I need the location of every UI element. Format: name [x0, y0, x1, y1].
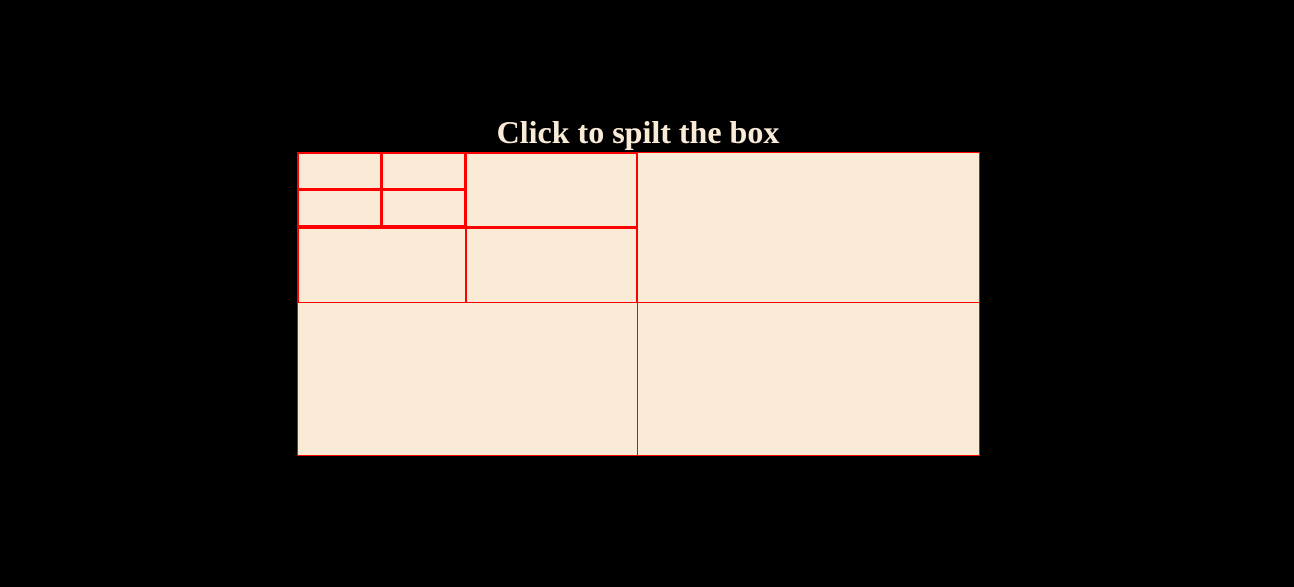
split-cell[interactable]: [297, 189, 382, 227]
split-cell[interactable]: [465, 152, 638, 228]
split-cell[interactable]: [297, 227, 467, 304]
split-cell[interactable]: [297, 302, 639, 456]
split-cell[interactable]: [381, 189, 466, 227]
page-title: Click to spilt the box: [496, 114, 780, 150]
split-cell[interactable]: [465, 227, 638, 304]
split-cell[interactable]: [637, 302, 980, 456]
split-cell[interactable]: [637, 152, 980, 304]
split-box[interactable]: [297, 152, 980, 456]
split-cell[interactable]: [381, 152, 466, 190]
split-cell[interactable]: [297, 152, 382, 190]
